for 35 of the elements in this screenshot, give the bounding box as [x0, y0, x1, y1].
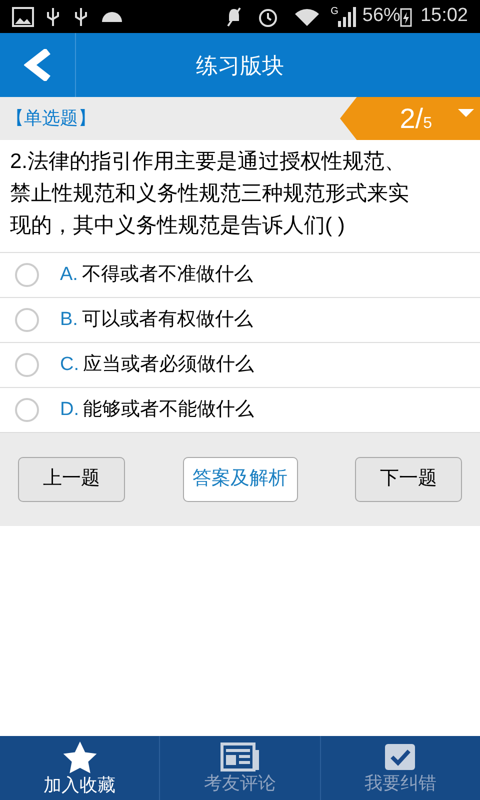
radio-button[interactable]: [15, 353, 39, 377]
newspaper-icon: [220, 742, 260, 772]
option-text: 应当或者必须做什么: [83, 352, 254, 377]
question-number: 2/5: [400, 102, 432, 136]
option-letter: D.: [60, 398, 79, 422]
nav-button[interactable]: 下一题: [355, 457, 462, 502]
option-letter: C.: [60, 352, 79, 377]
radio-button[interactable]: [15, 308, 39, 332]
answer-button[interactable]: 答案及解析: [182, 457, 298, 502]
bottom-tab[interactable]: 加入收藏: [0, 736, 160, 800]
option-text: 可以或者有权做什么: [82, 308, 253, 332]
network-type: G: [330, 5, 338, 19]
page-title: 练习版块: [195, 52, 285, 80]
option-letter: B.: [60, 308, 78, 332]
option-letter: A.: [60, 262, 78, 287]
nav-button[interactable]: 上一题: [18, 457, 125, 502]
signal-icon: [338, 6, 356, 26]
usb-icon: [74, 6, 88, 28]
battery-percent: 56%: [362, 4, 400, 28]
usb-icon: [46, 6, 60, 28]
option-text: 能够或者不能做什么: [83, 398, 254, 422]
option-text: 不得或者不准做什么: [82, 262, 253, 287]
radio-button[interactable]: [15, 263, 39, 287]
checkbox-icon: [383, 742, 418, 772]
question-text: 2.法律的指引作用主要是通过授权性规范、禁止性规范和义务性规范三种规范形式来实现的，其中义务性规范是告诉人们( ): [9, 149, 410, 239]
wifi-icon: [292, 6, 321, 26]
radio-button[interactable]: [15, 398, 39, 422]
dropdown-icon: [458, 108, 474, 116]
mute-icon: [224, 6, 243, 28]
battery-charging-icon: [400, 6, 412, 26]
clock: 15:02: [420, 4, 468, 28]
back-icon: [24, 49, 52, 81]
question-type: 【单选题】: [5, 107, 97, 130]
star-icon: [60, 740, 99, 774]
image-icon: [12, 6, 34, 26]
